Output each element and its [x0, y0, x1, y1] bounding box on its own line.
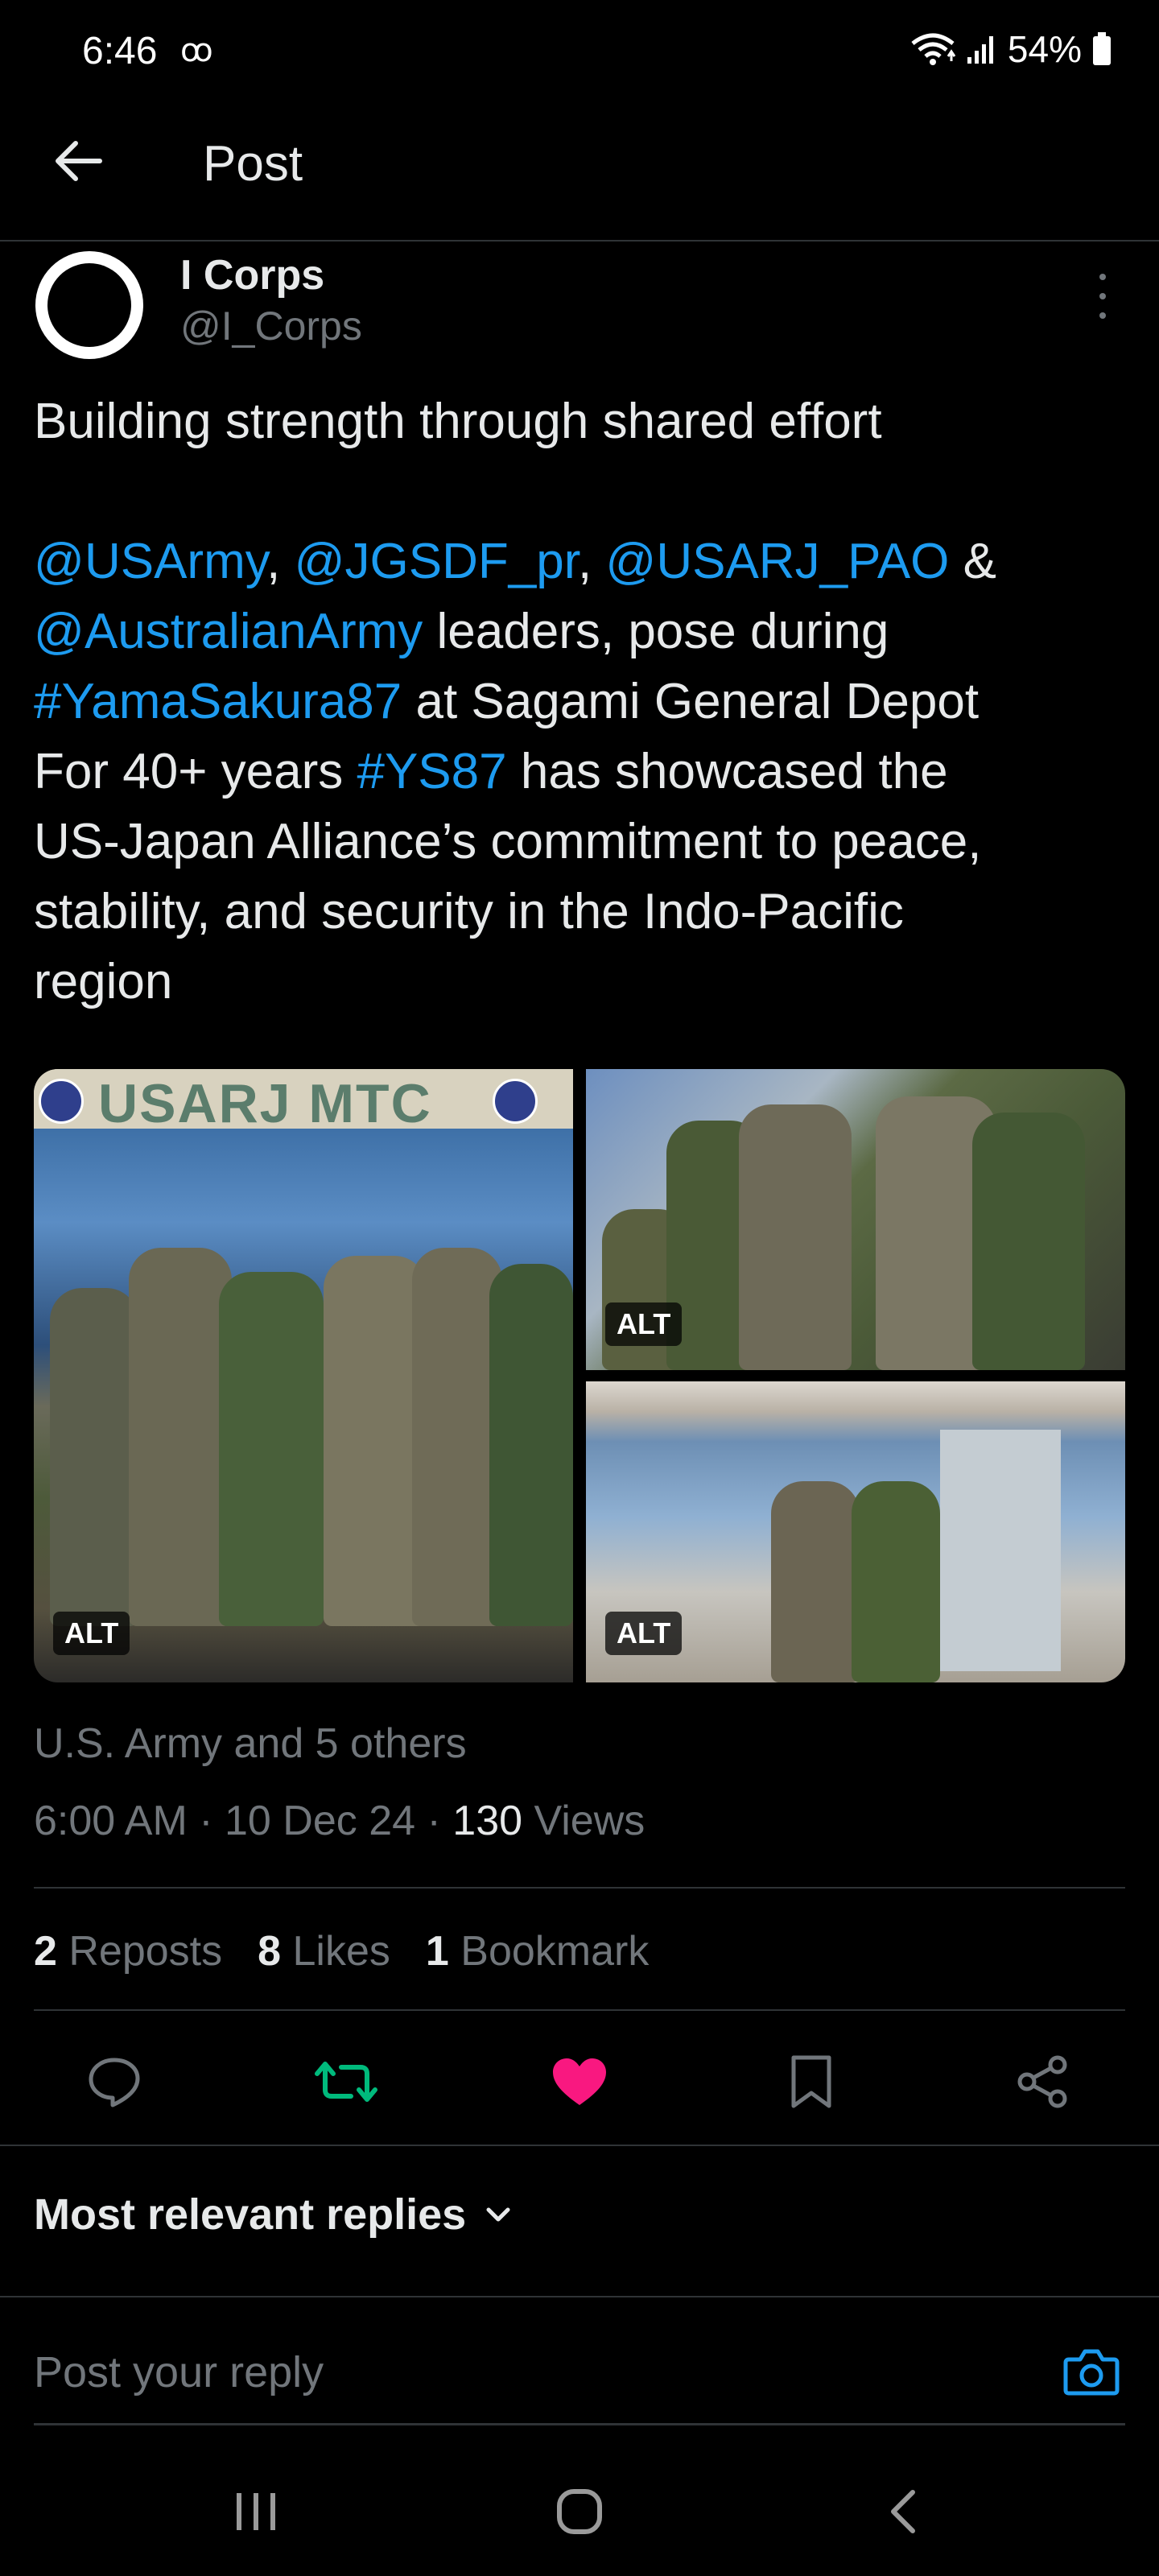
- tweet-text: Building strength through shared effort …: [34, 386, 1128, 1017]
- divider: [0, 2296, 1159, 2297]
- wifi-icon: [911, 33, 956, 65]
- likes-stat[interactable]: 8 Likes: [258, 1927, 390, 1975]
- alt-badge[interactable]: ALT: [53, 1612, 130, 1655]
- views-count: 130: [452, 1798, 523, 1844]
- recent-apps-icon: [237, 2493, 275, 2530]
- chevron-down-icon: [486, 2207, 510, 2222]
- alt-badge[interactable]: ALT: [605, 1612, 683, 1655]
- share-button[interactable]: [1003, 2041, 1083, 2122]
- tweet-line: stability, and security in the Indo-Paci…: [34, 884, 904, 939]
- camera-icon: [1063, 2349, 1120, 2396]
- home-icon: [557, 2489, 602, 2534]
- nav-back-button[interactable]: [855, 2471, 951, 2552]
- author-name[interactable]: I Corps: [180, 251, 324, 299]
- back-button[interactable]: [45, 129, 109, 193]
- photo-handshake-group[interactable]: ALT: [586, 1069, 1125, 1370]
- post-timestamp: 6:00 AM · 10 Dec 24 · 130 Views: [34, 1798, 645, 1844]
- tweet-line: region: [34, 954, 173, 1009]
- share-icon: [1017, 2055, 1067, 2108]
- reposts-stat[interactable]: 2 Reposts: [34, 1927, 222, 1975]
- battery-icon: [1093, 32, 1111, 65]
- bookmark-icon: [791, 2055, 831, 2108]
- battery-level: 54%: [1007, 28, 1082, 70]
- tweet-line: Building strength through shared effort: [34, 394, 882, 449]
- reply-underline: [34, 2423, 1125, 2425]
- mention-link[interactable]: @USARJ_PAO: [605, 534, 949, 589]
- chevron-left-icon: [891, 2490, 915, 2533]
- photo-group-pose[interactable]: USARJ MTC ALT: [34, 1069, 573, 1682]
- status-right: 54%: [909, 27, 1112, 71]
- divider: [34, 2009, 1125, 2011]
- repost-button[interactable]: [306, 2041, 386, 2122]
- page-title: Post: [203, 136, 303, 192]
- hashtag-link[interactable]: #YamaSakura87: [34, 674, 402, 729]
- reply-input[interactable]: Post your reply: [34, 2347, 324, 2397]
- signal-icon: [967, 36, 993, 64]
- like-button[interactable]: [539, 2041, 620, 2122]
- avatar[interactable]: [35, 251, 143, 359]
- hashtag-link[interactable]: #YS87: [357, 744, 506, 799]
- divider: [0, 2145, 1159, 2146]
- reply-sort-label: Most relevant replies: [34, 2190, 467, 2239]
- reply-icon: [89, 2058, 140, 2107]
- more-options-button[interactable]: [1088, 274, 1117, 319]
- arrow-left-icon: [56, 141, 102, 181]
- voicemail-icon: ꝏ: [180, 33, 213, 68]
- mention-link[interactable]: @AustralianArmy: [34, 604, 423, 659]
- bookmark-button[interactable]: [771, 2041, 852, 2122]
- home-button[interactable]: [531, 2471, 628, 2552]
- camera-button[interactable]: [1059, 2339, 1124, 2404]
- status-time: 6:46: [82, 30, 158, 72]
- recent-apps-button[interactable]: [208, 2471, 304, 2552]
- tagged-users[interactable]: U.S. Army and 5 others: [34, 1719, 467, 1768]
- photo-sign: USARJ MTC: [34, 1069, 573, 1134]
- sign-text: USARJ MTC: [98, 1073, 432, 1134]
- mention-link[interactable]: @USArmy: [34, 534, 266, 589]
- tweet-line: US-Japan Alliance’s commitment to peace,: [34, 814, 982, 869]
- reply-sort-dropdown[interactable]: Most relevant replies: [34, 2190, 513, 2240]
- header-divider: [0, 240, 1159, 242]
- heart-icon: [553, 2058, 606, 2105]
- action-bar: [0, 2041, 1159, 2122]
- mention-link[interactable]: @JGSDF_pr: [295, 534, 578, 589]
- media-grid: USARJ MTC ALT ALT ALT: [34, 1069, 1125, 1682]
- engagement-stats: 2 Reposts 8 Likes 1 Bookmark: [34, 1927, 649, 1975]
- reply-button[interactable]: [74, 2041, 155, 2122]
- author-handle[interactable]: @I_Corps: [180, 303, 362, 349]
- bookmarks-stat[interactable]: 1 Bookmark: [426, 1927, 649, 1975]
- photo-handshake-pair[interactable]: ALT: [586, 1381, 1125, 1682]
- divider: [34, 1887, 1125, 1889]
- repost-icon: [315, 2062, 377, 2102]
- alt-badge[interactable]: ALT: [605, 1302, 683, 1346]
